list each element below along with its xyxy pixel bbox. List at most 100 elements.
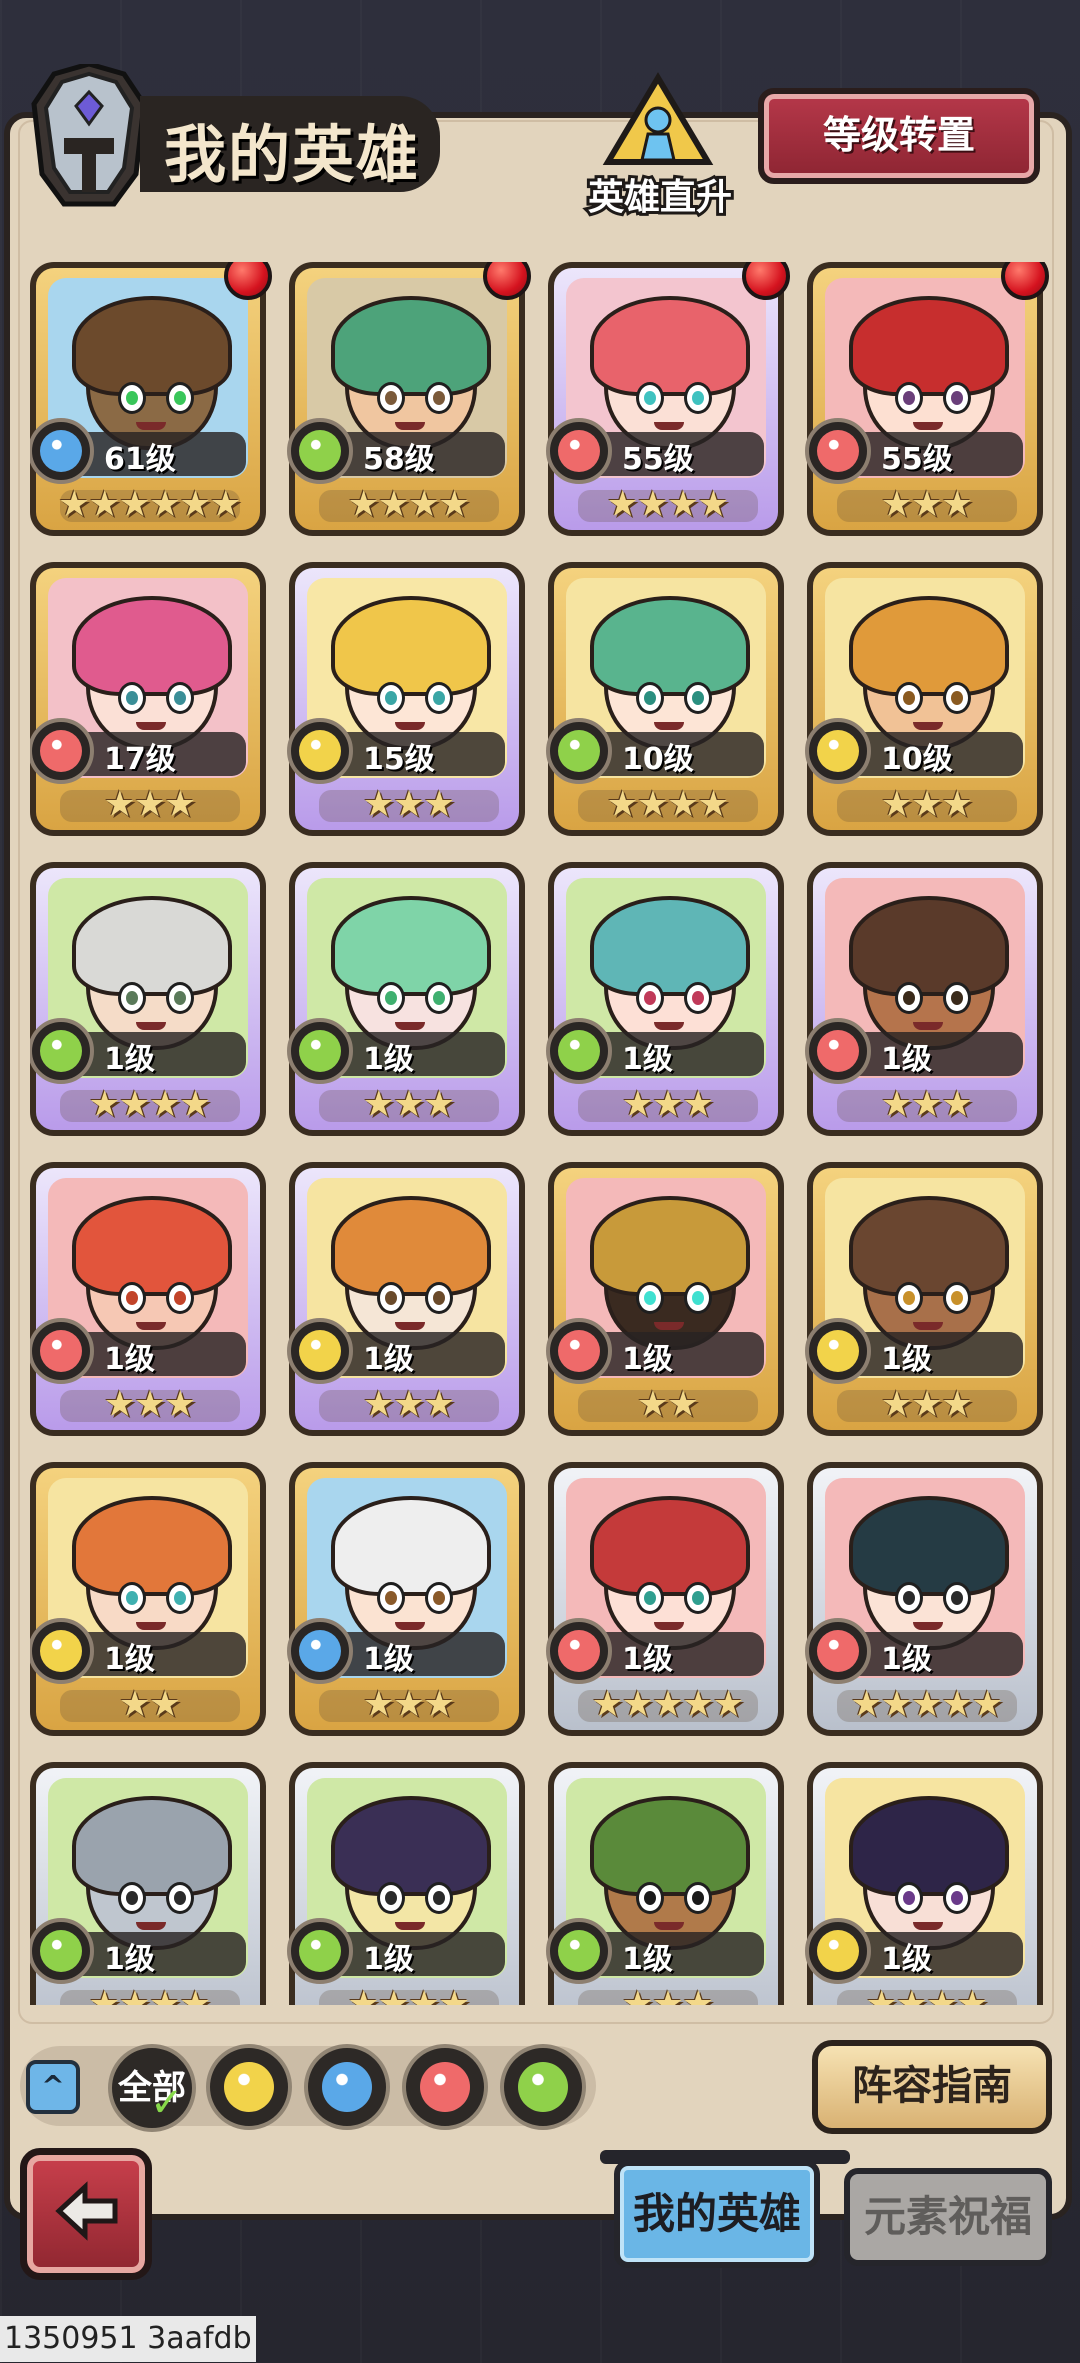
hero-card[interactable]: 1级 ★★★ [287,1462,525,1736]
back-button[interactable] [20,2148,152,2280]
star-rating: ★★ [118,1684,182,1725]
star-rating: ★★★★ [88,1984,211,2005]
level-bar [76,1932,246,1976]
hero-level: 1级 [104,1642,155,1677]
page-title: 我的英雄 [164,118,421,191]
hero-level: 1级 [881,1942,932,1977]
water-element-icon [287,1618,353,1684]
hero-promote-icon [602,72,714,165]
level-bar [335,1032,505,1076]
fire-element-icon [30,1318,94,1384]
hero-level: 10级 [622,742,694,777]
hero-level: 61级 [104,442,176,477]
hero-level: 1级 [881,1042,932,1077]
hero-card[interactable]: 1级 ★★★ [805,1162,1043,1436]
hero-card[interactable]: 1级 ★★★ [287,862,525,1136]
wind-element-icon [546,1918,612,1984]
tab-my-heroes[interactable]: 我的英雄 [614,2160,820,2268]
level-bar [76,1332,246,1376]
star-rating: ★★★ [621,1984,715,2005]
hero-level: 10级 [881,742,953,777]
hero-card[interactable]: 1级 ★★★ [546,862,784,1136]
tab-element-blessing[interactable]: 元素祝福 [844,2168,1052,2266]
back-arrow-icon [55,2181,118,2241]
hero-card[interactable]: 1级 ★★★★ [287,1762,525,2005]
star-rating: ★★★ [362,1684,456,1725]
star-rating: ★★★★ [88,1084,211,1125]
hero-card[interactable]: 1级 ★★★ [805,862,1043,1136]
filter-fire-button[interactable] [402,2044,488,2130]
fire-element-icon [805,1018,871,1084]
star-rating: ★★★ [103,784,197,825]
wind-element-icon [518,2062,568,2112]
star-rating: ★★★ [880,1084,974,1125]
hero-card[interactable]: 1级 ★★ [546,1162,784,1436]
star-rating: ★★★★ [347,1984,470,2005]
hero-card[interactable]: 15级 ★★★ [287,562,525,836]
hero-card[interactable]: 17级 ★★★ [30,562,266,836]
earth-element-icon [224,2062,274,2112]
hero-card[interactable]: 1级 ★★★★★ [805,1462,1043,1736]
hero-level: 1级 [622,1042,673,1077]
star-rating: ★★★★ [606,484,729,525]
level-bar [853,1632,1023,1676]
hero-card[interactable]: 1级 ★★★ [287,1162,525,1436]
hero-level: 1级 [881,1642,932,1677]
star-rating: ★★★ [362,1084,456,1125]
hero-card[interactable]: 1级 ★★★★★ [546,1462,784,1736]
water-element-icon [322,2062,372,2112]
hero-level: 17级 [104,742,176,777]
wind-element-icon [287,418,353,484]
hero-card[interactable]: 10级 ★★★ [805,562,1043,836]
hero-card[interactable]: 1级 ★★ [30,1462,266,1736]
hero-card[interactable]: 61级 ★★★★★★ [30,262,272,536]
hero-level: 1级 [104,1942,155,1977]
filter-water-button[interactable] [304,2044,390,2130]
earth-element-icon [287,718,353,784]
star-rating: ★★★ [362,1384,456,1425]
level-bar [594,1932,764,1976]
hero-card[interactable]: 1级 ★★★★ [30,1762,266,2005]
lineup-guide-button[interactable]: 阵容指南 [812,2040,1052,2134]
hero-card[interactable]: 1级 ★★★ [30,1162,266,1436]
hero-card[interactable]: 1级 ★★★ [546,1762,784,2005]
filter-wind-button[interactable] [500,2044,586,2130]
star-rating: ★★★★ [606,784,729,825]
star-rating: ★★★★ [347,484,470,525]
star-rating: ★★★★★★ [58,484,242,525]
level-bar [853,1332,1023,1376]
helmet-icon [31,64,147,207]
hero-level: 1级 [622,1342,673,1377]
hero-card[interactable]: 1级 ★★★★ [30,862,266,1136]
hero-level: 1级 [363,1342,414,1377]
hero-level: 1级 [104,1342,155,1377]
fire-element-icon [805,1618,871,1684]
hero-card[interactable]: 10级 ★★★★ [546,562,784,836]
star-rating: ★★★ [362,784,456,825]
chevron-up-icon[interactable]: ^ [26,2060,80,2114]
hero-level: 1级 [881,1342,932,1377]
wind-element-icon [546,1018,612,1084]
fire-element-icon [546,1318,612,1384]
fire-element-icon [805,418,871,484]
hero-card[interactable]: 55级 ★★★ [805,262,1049,536]
level-bar [594,1032,764,1076]
fire-element-icon [30,718,94,784]
wind-element-icon [30,1918,94,1984]
water-element-icon [30,418,94,484]
level-bar [76,1632,246,1676]
star-rating: ★★★ [621,1084,715,1125]
hero-level: 1级 [363,1042,414,1077]
level-bar [853,1032,1023,1076]
hero-level: 55级 [622,442,694,477]
level-bar [594,1632,764,1676]
hero-card[interactable]: 1级 ★★★★ [805,1762,1043,2005]
level-reset-button[interactable]: 等级转置 [758,88,1040,184]
hero-promote-label: 英雄直升 [585,174,735,221]
hero-level: 15级 [363,742,435,777]
hero-level: 1级 [622,1942,673,1977]
hero-card[interactable]: 58级 ★★★★ [287,262,531,536]
hero-grid: 61级 ★★★★★★ 58级 ★★★★ 55级 ★★★★ 55级 ★★★ 17级 ★★★ 15级 ★★… [30,262,1050,2005]
hero-card[interactable]: 55级 ★★★★ [546,262,790,536]
filter-earth-button[interactable] [206,2044,292,2130]
